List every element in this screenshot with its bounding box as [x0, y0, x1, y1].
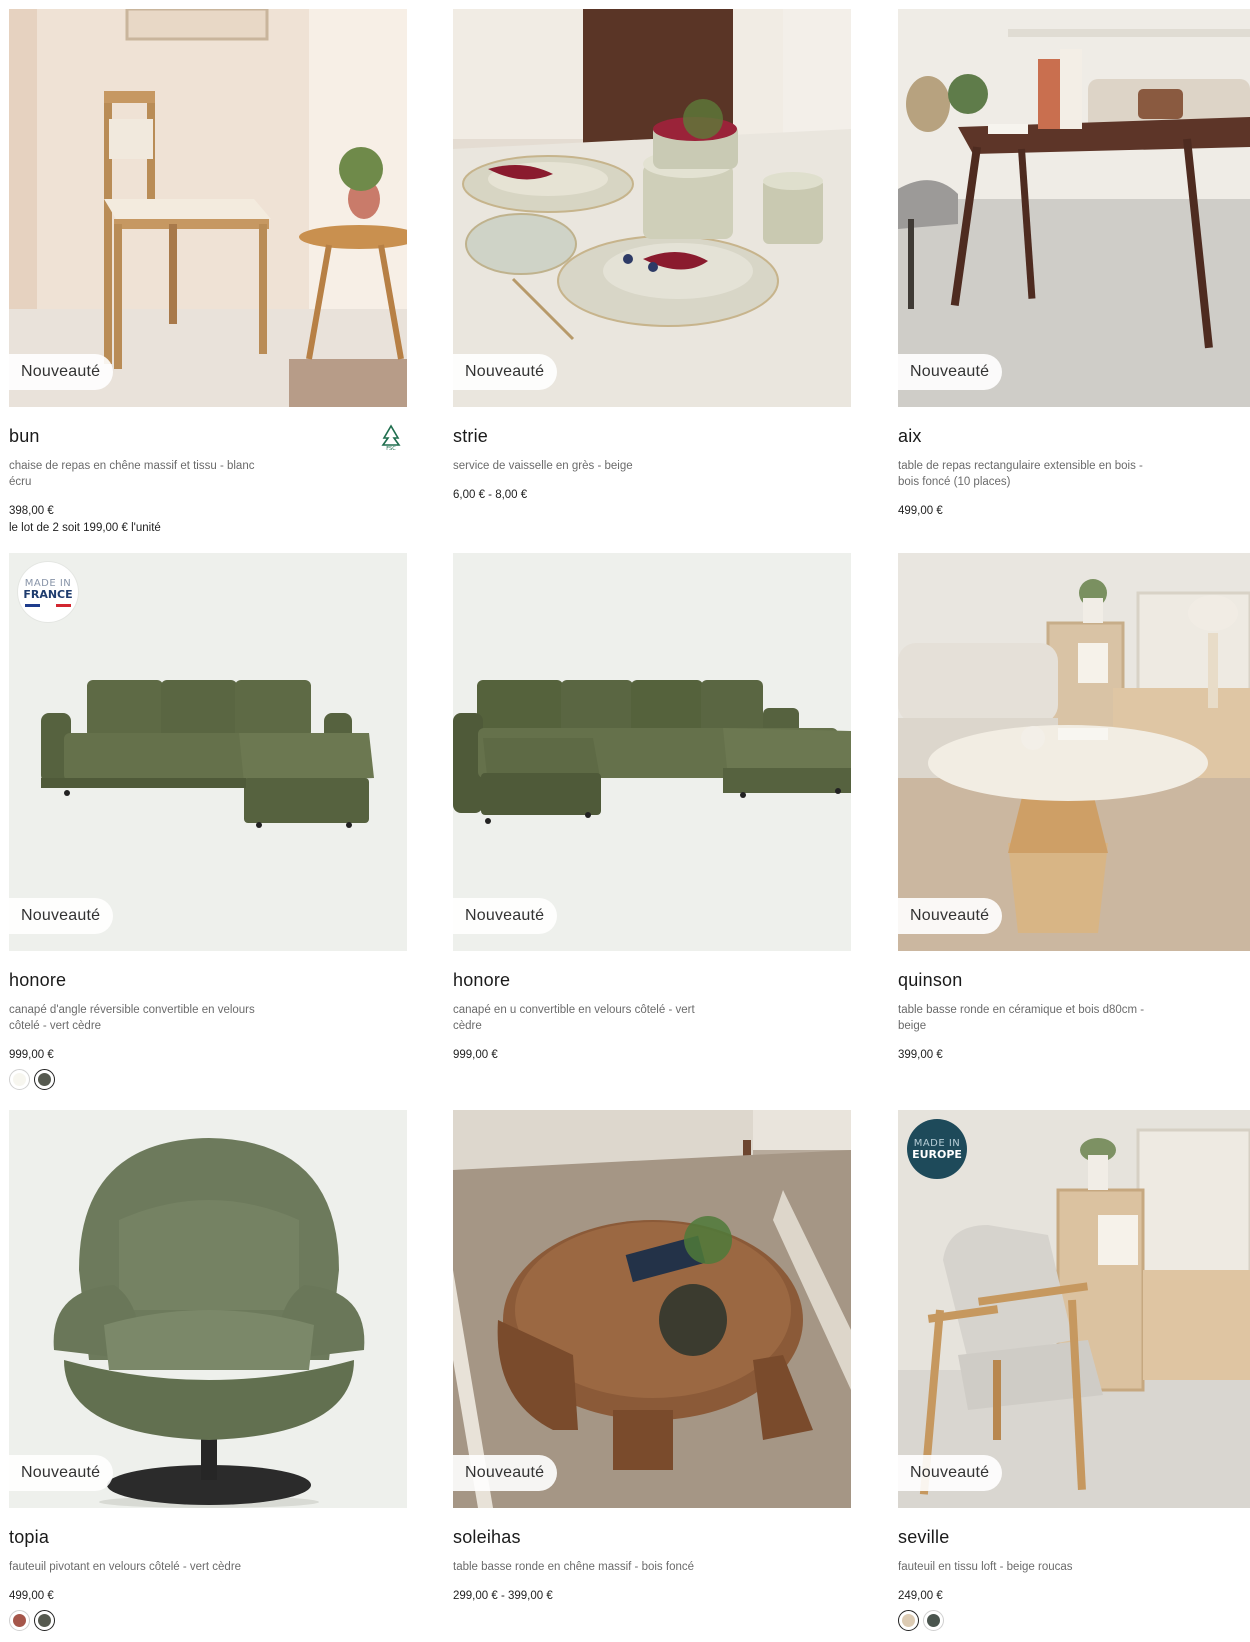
product-image[interactable]: Nouveauté	[898, 553, 1250, 951]
product-description: table basse ronde en chêne massif - bois…	[453, 1561, 695, 1573]
product-card-quinson[interactable]: Nouveauté quinson table basse ronde en c…	[898, 553, 1250, 1061]
product-description: table de repas rectangulaire extensible …	[898, 460, 1143, 488]
u-sofa-image	[453, 553, 851, 951]
coffee-table-image	[898, 553, 1250, 951]
new-badge: Nouveauté	[9, 1455, 114, 1491]
product-name[interactable]: quinson	[898, 970, 1250, 991]
product-name[interactable]: strie	[453, 426, 851, 447]
new-badge: Nouveauté	[453, 898, 558, 934]
product-image[interactable]: Nouveauté	[453, 9, 851, 407]
product-card-aix[interactable]: Nouveauté aix table de repas rectangulai…	[898, 9, 1250, 517]
swatch-green[interactable]	[923, 1610, 944, 1631]
product-price: 499,00 €	[898, 505, 943, 517]
swatch-green[interactable]	[34, 1610, 55, 1631]
product-image[interactable]: Nouveauté	[453, 553, 851, 951]
color-swatches	[9, 1610, 407, 1631]
new-badge: Nouveauté	[453, 354, 558, 390]
product-name[interactable]: aix	[898, 426, 1250, 447]
new-badge: Nouveauté	[9, 354, 114, 390]
product-description: canapé d'angle réversible convertible en…	[9, 1004, 255, 1032]
swatch-color	[38, 1073, 51, 1086]
swatch-ivory[interactable]	[9, 1069, 30, 1090]
tableware-image	[453, 9, 851, 407]
new-badge: Nouveauté	[898, 354, 1003, 390]
swatch-color	[38, 1614, 51, 1627]
product-description: fauteuil en tissu loft - beige roucas	[898, 1561, 1073, 1573]
product-price: 249,00 €	[898, 1590, 943, 1602]
product-name[interactable]: honore	[9, 970, 407, 991]
made-in-france-badge: MADE IN FRANCE	[18, 562, 78, 622]
svg-text:FSC: FSC	[386, 446, 396, 451]
product-name[interactable]: seville	[898, 1527, 1250, 1548]
product-card-topia[interactable]: Nouveauté topia fauteuil pivotant en vel…	[9, 1110, 407, 1631]
origin-line2: FRANCE	[23, 587, 73, 601]
product-description: chaise de repas en chêne massif et tissu…	[9, 460, 255, 488]
product-price: 999,00 €	[453, 1049, 498, 1061]
product-description: canapé en u convertible en velours côtel…	[453, 1004, 695, 1032]
product-card-seville[interactable]: MADE IN EUROPE Nouveauté seville fauteui…	[898, 1110, 1250, 1631]
product-image[interactable]: MADE IN FRANCE Nouveauté	[9, 553, 407, 951]
origin-line1: MADE IN	[913, 1137, 961, 1149]
product-card-honore-u[interactable]: Nouveauté honore canapé en u convertible…	[453, 553, 851, 1061]
origin-line2: EUROPE	[912, 1147, 962, 1161]
product-card-bun[interactable]: Nouveauté FSC bun chaise de repas en chê…	[9, 9, 407, 534]
product-price: 999,00 €	[9, 1049, 54, 1061]
product-lot-price: le lot de 2 soit 199,00 € l'unité	[9, 522, 161, 534]
origin-line1: MADE IN	[24, 577, 72, 589]
dining-table-image	[898, 9, 1250, 407]
color-swatches	[9, 1069, 407, 1090]
french-flag-icon	[25, 603, 71, 607]
product-description: fauteuil pivotant en velours côtelé - ve…	[9, 1561, 242, 1573]
product-description: table basse ronde en céramique et bois d…	[898, 1004, 1145, 1032]
product-card-honore-corner[interactable]: MADE IN FRANCE Nouveauté honore canapé d…	[9, 553, 407, 1090]
product-price: 299,00 € - 399,00 €	[453, 1590, 553, 1602]
product-image[interactable]: Nouveauté	[453, 1110, 851, 1508]
product-description: service de vaisselle en grès - beige	[453, 460, 633, 472]
fsc-icon: FSC	[381, 424, 401, 451]
product-card-soleihas[interactable]: Nouveauté soleihas table basse ronde en …	[453, 1110, 851, 1602]
swatch-beige[interactable]	[898, 1610, 919, 1631]
product-price: 499,00 €	[9, 1590, 54, 1602]
product-image[interactable]: Nouveauté	[9, 9, 407, 407]
product-name[interactable]: bun	[9, 426, 407, 447]
product-image[interactable]: MADE IN EUROPE Nouveauté	[898, 1110, 1250, 1508]
product-image[interactable]: Nouveauté	[898, 9, 1250, 407]
swatch-terracotta[interactable]	[9, 1610, 30, 1631]
product-price: 6,00 € - 8,00 €	[453, 489, 528, 501]
swatch-color	[13, 1073, 26, 1086]
new-badge: Nouveauté	[898, 1455, 1003, 1491]
dining-chair-image	[9, 9, 407, 407]
new-badge: Nouveauté	[9, 898, 114, 934]
product-card-strie[interactable]: Nouveauté strie service de vaisselle en …	[453, 9, 851, 501]
product-price: 398,00 €	[9, 505, 54, 517]
swivel-armchair-image	[9, 1110, 407, 1508]
new-badge: Nouveauté	[898, 898, 1003, 934]
new-badge: Nouveauté	[453, 1455, 558, 1491]
made-in-europe-badge: MADE IN EUROPE	[907, 1119, 967, 1179]
swatch-green[interactable]	[34, 1069, 55, 1090]
product-name[interactable]: topia	[9, 1527, 407, 1548]
product-image[interactable]: Nouveauté	[9, 1110, 407, 1508]
swatch-color	[902, 1614, 915, 1627]
swatch-color	[927, 1614, 940, 1627]
product-price: 399,00 €	[898, 1049, 943, 1061]
color-swatches	[898, 1610, 1250, 1631]
product-name[interactable]: honore	[453, 970, 851, 991]
swatch-color	[13, 1614, 26, 1627]
product-name[interactable]: soleihas	[453, 1527, 851, 1548]
wood-coffee-table-image	[453, 1110, 851, 1508]
